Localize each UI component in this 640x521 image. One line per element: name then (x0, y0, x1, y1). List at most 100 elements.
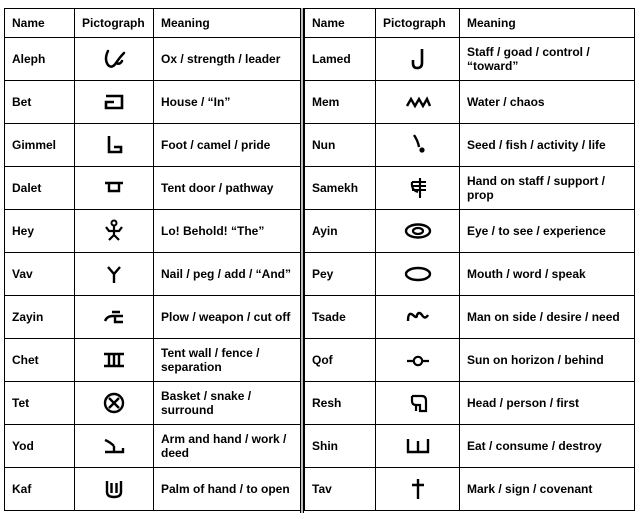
letter-name: Lamed (304, 37, 376, 81)
letter-name: Bet (4, 80, 75, 124)
letter-meaning: Foot / camel / pride (153, 123, 301, 167)
table-row: Mem Water / chaos (304, 80, 635, 124)
letter-name: Chet (4, 338, 75, 382)
man-on-side-icon (406, 311, 429, 322)
pictograph-cell (74, 123, 154, 167)
table-row: Tsade Man on side / desire / need (304, 295, 635, 339)
arm-hand-icon (104, 438, 125, 454)
letter-meaning: Lo! Behold! “The” (153, 209, 301, 253)
letter-meaning: Water / chaos (459, 80, 635, 124)
letter-name: Vav (4, 252, 75, 296)
pictograph-cell (375, 252, 460, 296)
letter-name: Yod (4, 424, 75, 468)
meaning-header: Meaning (153, 8, 301, 38)
table-row: Lamed Staff / goad / control / “toward” (304, 37, 635, 81)
table-row: Qof Sun on horizon / behind (304, 338, 635, 382)
foot-icon (107, 136, 123, 154)
letter-name: Tsade (304, 295, 376, 339)
table-row: Kaf Palm of hand / to open (4, 467, 301, 511)
letter-name: Hey (4, 209, 75, 253)
letter-meaning: Staff / goad / control / “toward” (459, 37, 635, 81)
pictograph-cell (74, 252, 154, 296)
pictograph-cell (74, 467, 154, 511)
letter-name: Zayin (4, 295, 75, 339)
pictograph-cell (74, 37, 154, 81)
pictograph-cell (74, 381, 154, 425)
pictograph-cell (74, 166, 154, 210)
letter-meaning: Mark / sign / covenant (459, 467, 635, 511)
table-row: Vav Nail / peg / add / “And” (4, 252, 301, 296)
table-row: Tav Mark / sign / covenant (304, 467, 635, 511)
pictograph-cell (375, 166, 460, 210)
header-row: Name Pictograph Meaning (4, 8, 301, 38)
letter-meaning: Arm and hand / work / deed (153, 424, 301, 468)
letter-name: Mem (304, 80, 376, 124)
pictograph-cell (74, 424, 154, 468)
letter-name: Aleph (4, 37, 75, 81)
tent-floorplan-icon (104, 94, 124, 110)
pictograph-cell (74, 209, 154, 253)
table-row: Ayin Eye / to see / experience (304, 209, 635, 253)
pictograph-header: Pictograph (74, 8, 154, 38)
pictograph-cell (74, 80, 154, 124)
letter-name: Resh (304, 381, 376, 425)
letter-name: Ayin (304, 209, 376, 253)
letter-name: Pey (304, 252, 376, 296)
head-icon (410, 394, 427, 413)
name-header: Name (304, 8, 376, 38)
palm-icon (105, 481, 123, 499)
letter-name: Samekh (304, 166, 376, 210)
letter-meaning: Hand on staff / support / prop (459, 166, 635, 210)
cross-mark-icon (411, 479, 424, 499)
letter-meaning: Seed / fish / activity / life (459, 123, 635, 167)
letter-meaning: Nail / peg / add / “And” (153, 252, 301, 296)
letter-meaning: Eat / consume / destroy (459, 424, 635, 468)
table-row: Nun Seed / fish / activity / life (304, 123, 635, 167)
table-row: Resh Head / person / first (304, 381, 635, 425)
letter-name: Gimmel (4, 123, 75, 167)
pictograph-cell (74, 338, 154, 382)
pictograph-cell (375, 209, 460, 253)
letter-meaning: Basket / snake / surround (153, 381, 301, 425)
name-header: Name (4, 8, 75, 38)
letter-name: Dalet (4, 166, 75, 210)
staff-icon (411, 49, 423, 70)
letter-name: Kaf (4, 467, 75, 511)
table-row: Shin Eat / consume / destroy (304, 424, 635, 468)
pictograph-cell (375, 123, 460, 167)
water-icon (405, 96, 431, 109)
man-raised-arms-icon (105, 219, 123, 241)
letter-meaning: Tent wall / fence / separation (153, 338, 301, 382)
ox-head-icon (104, 49, 126, 68)
table-row: Samekh Hand on staff / support / prop (304, 166, 635, 210)
pictograph-cell (375, 424, 460, 468)
tent-wall-icon (104, 352, 124, 368)
header-row: Name Pictograph Meaning (304, 8, 635, 38)
pictograph-cell (375, 80, 460, 124)
teeth-icon (406, 439, 429, 454)
right-table: Name Pictograph Meaning Lamed Staff / goa… (304, 8, 635, 511)
table-row: Dalet Tent door / pathway (4, 166, 301, 210)
table-row: Tet Basket / snake / surround (4, 381, 301, 425)
letter-name: Tav (304, 467, 376, 511)
meaning-header: Meaning (459, 8, 635, 38)
pictograph-cell (74, 295, 154, 339)
seed-icon (412, 134, 425, 153)
table-row: Pey Mouth / word / speak (304, 252, 635, 296)
letter-meaning: Man on side / desire / need (459, 295, 635, 339)
pictograph-cell (375, 467, 460, 511)
plow-icon (103, 310, 123, 324)
left-table: Name Pictograph Meaning Aleph Ox / streng… (4, 8, 301, 511)
table-row: Yod Arm and hand / work / deed (4, 424, 301, 468)
letter-name: Qof (304, 338, 376, 382)
table-row: Hey Lo! Behold! “The” (4, 209, 301, 253)
pictograph-cell (375, 338, 460, 382)
pictograph-header: Pictograph (375, 8, 460, 38)
eye-icon (404, 223, 431, 239)
pictograph-cell (375, 295, 460, 339)
table-row: Bet House / “In” (4, 80, 301, 124)
letter-meaning: Ox / strength / leader (153, 37, 301, 81)
letter-meaning: Head / person / first (459, 381, 635, 425)
letter-name: Nun (304, 123, 376, 167)
mouth-icon (404, 266, 431, 282)
